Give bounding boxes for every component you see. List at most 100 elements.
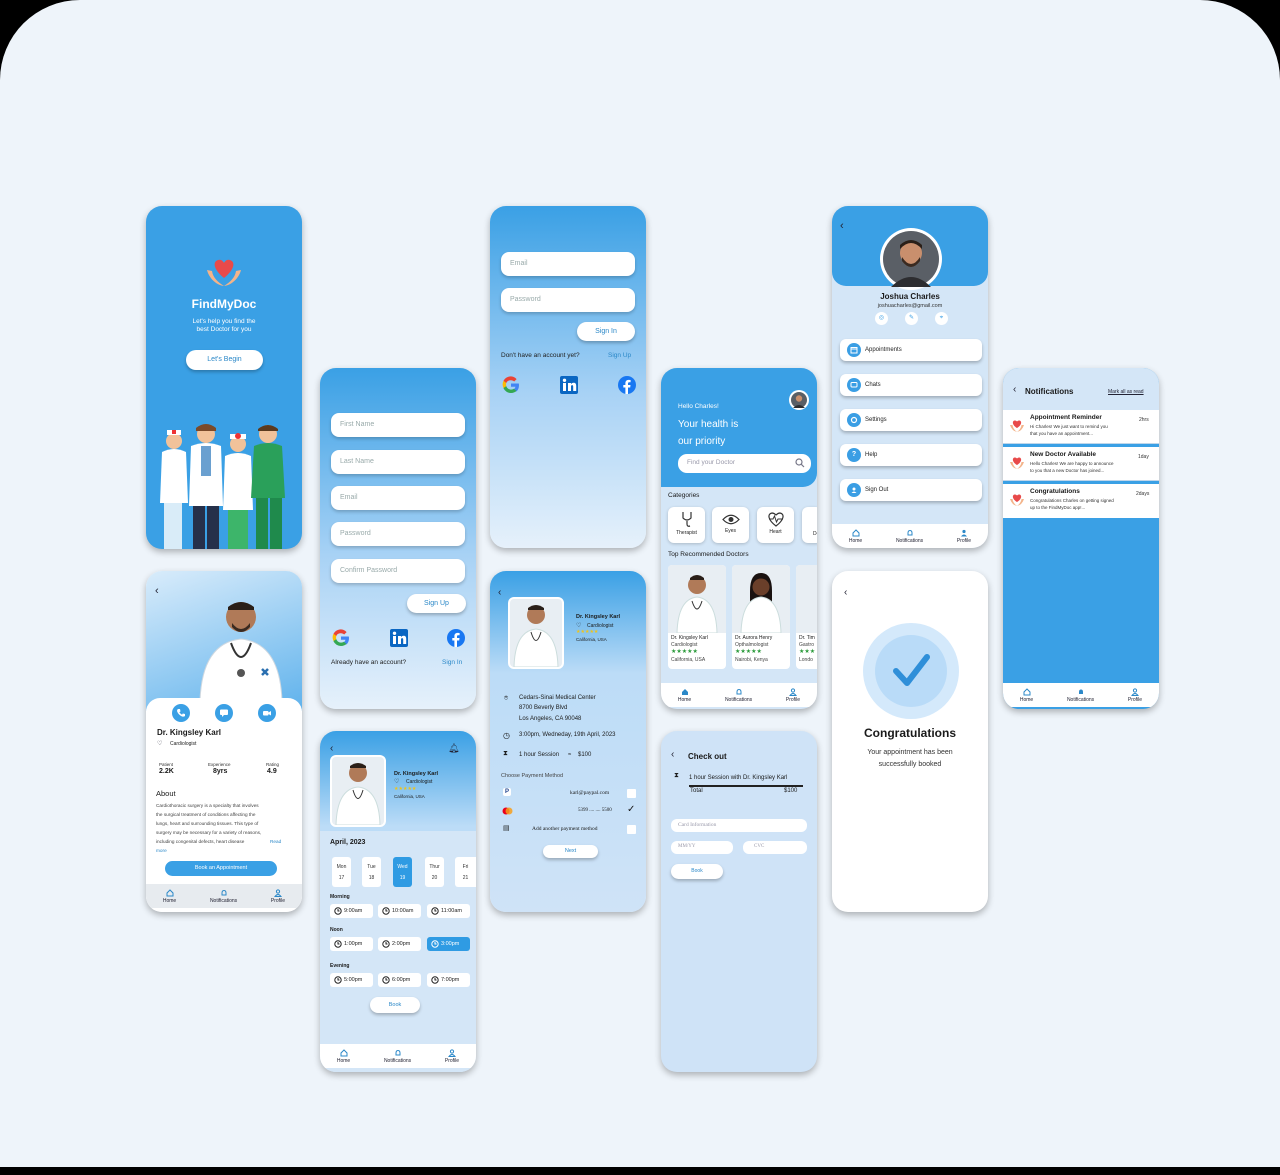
menu-chats[interactable]: Chats — [840, 374, 982, 396]
add-method-checkbox[interactable] — [627, 825, 636, 834]
first-name-input[interactable]: First Name — [331, 413, 465, 437]
menu-settings[interactable]: Settings — [840, 409, 982, 431]
notification-body: to you that a new Doctor has joined... — [1030, 468, 1105, 473]
back-icon[interactable]: ‹ — [1013, 384, 1016, 395]
signin-button[interactable]: Sign In — [577, 322, 635, 341]
video-call-icon[interactable] — [258, 704, 276, 722]
back-icon[interactable]: ‹ — [840, 220, 844, 232]
add-payment-method[interactable]: Add another payment method — [532, 826, 598, 832]
category-eyes[interactable]: Eyes — [712, 507, 749, 543]
slot[interactable]: 5:00pm — [330, 973, 373, 987]
facebook-icon[interactable] — [446, 628, 466, 648]
checkmark-icon[interactable]: ✓ — [627, 804, 635, 815]
day-thur[interactable]: Thur 20 — [425, 857, 444, 887]
facebook-icon[interactable] — [617, 375, 637, 395]
nav-home[interactable]: Home — [337, 1048, 350, 1064]
nav-home[interactable]: Home — [849, 528, 862, 544]
slot[interactable]: 1:00pm — [330, 937, 373, 951]
avatar[interactable] — [789, 390, 809, 410]
nav-profile[interactable]: Profile — [957, 529, 971, 544]
doctor-card[interactable]: Dr. Kingsley Karl Cardiologist ★★★★★ Cal… — [668, 565, 726, 669]
linkedin-icon[interactable] — [390, 629, 408, 647]
category-heart[interactable]: Heart — [757, 507, 794, 543]
menu-appointments[interactable]: Appointments — [840, 339, 982, 361]
notification-item[interactable]: Congratulations Congratulations Charles … — [1003, 484, 1159, 518]
read-more-link[interactable]: Read — [270, 839, 281, 844]
slot[interactable]: 10:00am — [378, 904, 421, 918]
read-more-link[interactable]: more — [156, 848, 167, 853]
message-icon[interactable] — [215, 704, 233, 722]
slot[interactable]: 11:00am — [427, 904, 470, 918]
day-tue[interactable]: Tue 18 — [362, 857, 381, 887]
book-button[interactable]: Book — [370, 997, 420, 1013]
nav-notifications[interactable]: Notifications — [896, 529, 923, 544]
day-fri[interactable]: Fri 21 — [455, 857, 476, 887]
bell-icon[interactable]: 🔔︎ — [448, 743, 459, 754]
day-mon[interactable]: Mon 17 — [332, 857, 351, 887]
signin-email-input[interactable]: Email — [501, 252, 635, 276]
location-icon[interactable]: ⌖ — [935, 312, 948, 325]
paypal-checkbox[interactable] — [627, 789, 636, 798]
google-icon[interactable] — [331, 628, 351, 648]
signin-link[interactable]: Sign In — [442, 659, 462, 666]
menu-signout[interactable]: Sign Out — [840, 479, 982, 501]
last-name-input[interactable]: Last Name — [331, 450, 465, 474]
mark-all-read-link[interactable]: Mark all as read — [1108, 389, 1144, 395]
nav-home[interactable]: Home — [1020, 687, 1033, 703]
nav-home[interactable]: Home — [163, 888, 176, 904]
signup-button[interactable]: Sign Up — [407, 594, 466, 613]
notification-item[interactable]: New Doctor Available Hello Charles! We a… — [1003, 447, 1159, 481]
menu-label: Appointments — [865, 347, 902, 353]
linkedin-icon[interactable] — [560, 376, 578, 394]
cvc-input[interactable]: CVC — [743, 841, 807, 854]
back-icon[interactable]: ‹ — [330, 743, 333, 754]
email-input[interactable]: Email — [331, 486, 465, 510]
lets-begin-button[interactable]: Let's Begin — [186, 350, 263, 370]
tagline-2: best Doctor for you — [196, 326, 252, 333]
next-button[interactable]: Next — [543, 845, 598, 858]
slot-selected[interactable]: 3:00pm — [427, 937, 470, 951]
back-icon[interactable]: ‹ — [155, 585, 159, 597]
back-icon[interactable]: ‹ — [671, 749, 674, 760]
menu-help[interactable]: ? Help — [840, 444, 982, 466]
camera-icon[interactable]: ◎ — [875, 312, 888, 325]
signin-password-input[interactable]: Password — [501, 288, 635, 312]
doctor-card[interactable]: Dr. Aurora Henry Opthalmologist ★★★★★ Na… — [732, 565, 790, 669]
nav-profile[interactable]: Profile — [786, 687, 800, 703]
slot[interactable]: 2:00pm — [378, 937, 421, 951]
notification-time: 2days — [1136, 491, 1150, 497]
nav-notifications[interactable]: Notifications — [210, 889, 237, 904]
day-wed[interactable]: Wed 19 — [393, 857, 412, 887]
nav-profile[interactable]: Profile — [271, 888, 285, 904]
category-dental[interactable]: De — [802, 507, 817, 543]
back-icon[interactable]: ‹ — [498, 587, 501, 598]
nav-notifications[interactable]: Notifications — [1067, 688, 1094, 703]
nav-profile[interactable]: Profile — [445, 1048, 459, 1064]
signup-link[interactable]: Sign Up — [608, 352, 631, 359]
category-therapist[interactable]: Therapist — [668, 507, 705, 543]
slot[interactable]: 9:00am — [330, 904, 373, 918]
google-icon[interactable] — [501, 375, 521, 395]
mastercard-icon — [502, 807, 513, 815]
nav-notifications[interactable]: Notifications — [725, 688, 752, 703]
book-appointment-button[interactable]: Book an Appointment — [165, 861, 277, 876]
notification-item[interactable]: Appointment Reminder Hi Charles! We just… — [1003, 410, 1159, 444]
back-icon[interactable]: ‹ — [844, 587, 847, 598]
nav-notifications[interactable]: Notifications — [384, 1049, 411, 1064]
heart-pulse-icon — [767, 512, 784, 527]
menu-label: Chats — [865, 382, 881, 388]
nav-home[interactable]: Home — [678, 688, 691, 703]
confirm-password-input[interactable]: Confirm Password — [331, 559, 465, 583]
nav-profile[interactable]: Profile — [1128, 687, 1142, 703]
search-input[interactable]: Find your Doctor — [678, 454, 811, 473]
slot[interactable]: 6:00pm — [378, 973, 421, 987]
mmyy-input[interactable]: MM/YY — [671, 841, 733, 854]
phone-call-icon[interactable] — [172, 704, 190, 722]
edit-icon[interactable]: ✎ — [905, 312, 918, 325]
card-info-input[interactable]: Card Information — [671, 819, 807, 832]
slot[interactable]: 7:00pm — [427, 973, 470, 987]
doctor-card[interactable]: Dr. Tim Gastro ★★★ Londo — [796, 565, 817, 669]
password-input[interactable]: Password — [331, 522, 465, 546]
book-button[interactable]: Book — [671, 864, 723, 879]
search-icon[interactable] — [795, 458, 805, 468]
